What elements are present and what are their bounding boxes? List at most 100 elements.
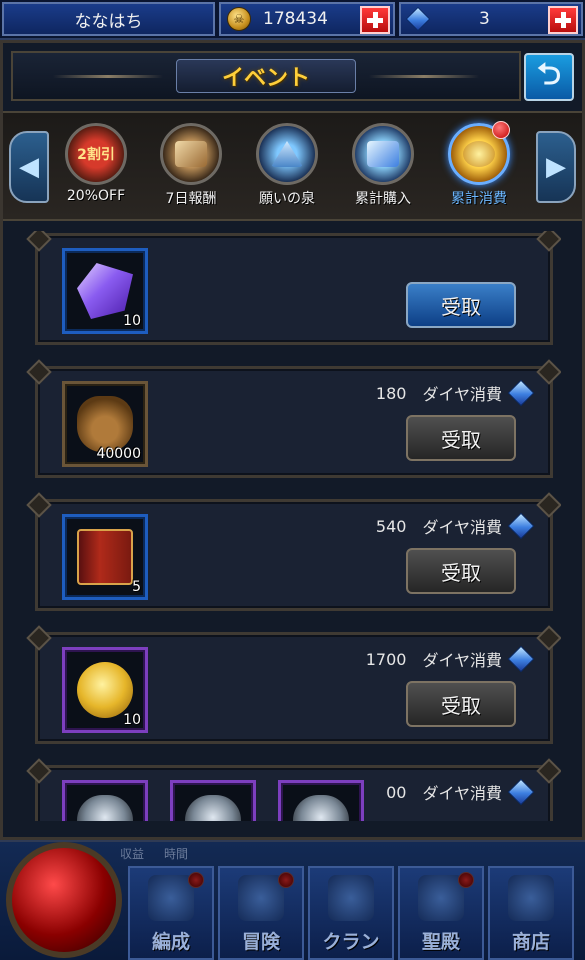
armor-icon xyxy=(293,795,349,821)
red-orb-button[interactable] xyxy=(6,842,122,958)
title-ornament-right xyxy=(369,75,479,78)
reward-item-slot[interactable]: 40000 xyxy=(62,381,148,467)
spend-label: ダイヤ消費 xyxy=(422,385,502,404)
tabs-prev-button[interactable]: ◀ xyxy=(9,131,49,203)
book-icon xyxy=(160,123,222,185)
spend-amount: 180 xyxy=(375,383,407,403)
reward-item-slot[interactable]: 10 xyxy=(62,248,148,334)
event-panel: イベント ⮌ ◀ 2割引 20%OFF 7日報酬 願いの泉 累計購入 累計消費 … xyxy=(0,40,585,840)
red-book-icon xyxy=(77,529,133,585)
add-gold-button[interactable] xyxy=(360,6,390,34)
notification-dot xyxy=(458,872,474,888)
claim-button[interactable]: 受取 xyxy=(406,415,516,461)
nav-clan[interactable]: クラン xyxy=(308,866,394,960)
gem-pile-icon xyxy=(352,123,414,185)
item-quantity: 10 xyxy=(123,313,141,329)
tab-label: 20%OFF xyxy=(66,188,126,204)
reward-row: 10 1700 ダイヤ消費 受取 xyxy=(35,632,553,744)
nav-label: 聖殿 xyxy=(421,931,460,953)
tab-7day-reward[interactable]: 7日報酬 xyxy=(146,123,236,213)
return-arrow-icon: ⮌ xyxy=(536,56,562,92)
gold-coin-icon: ☠ xyxy=(227,7,251,31)
diamond-icon xyxy=(507,778,535,806)
diamond-icon xyxy=(507,512,535,540)
player-name-box[interactable]: ななはち xyxy=(2,2,215,36)
item-quantity: 10 xyxy=(123,712,141,728)
spend-requirement: 180 ダイヤ消費 xyxy=(375,379,535,407)
gem-box: 3 xyxy=(399,2,583,36)
helmet-icon xyxy=(148,875,194,921)
item-quantity: 5 xyxy=(132,579,141,595)
title-plate: イベント xyxy=(176,59,356,93)
item-quantity: 40000 xyxy=(96,446,141,462)
reward-item-slot[interactable]: 5 xyxy=(62,514,148,600)
tab-label: 累計購入 xyxy=(355,191,411,207)
notification-dot xyxy=(278,872,294,888)
time-label: 時間 xyxy=(164,846,189,861)
spend-amount: 1700 xyxy=(365,649,407,669)
nav-adventure[interactable]: 冒険 xyxy=(218,866,304,960)
tab-label: 願いの泉 xyxy=(259,191,315,207)
tabs-next-button[interactable]: ▶ xyxy=(536,131,576,203)
income-strip: 収益 時間 xyxy=(120,842,540,864)
gold-amulet-icon xyxy=(77,662,133,718)
crossed-swords-icon xyxy=(238,875,284,921)
income-label: 収益 xyxy=(120,846,145,861)
tab-discount[interactable]: 2割引 20%OFF xyxy=(51,123,141,213)
spend-amount: 00 xyxy=(386,782,407,802)
gold-amount: 178434 xyxy=(263,9,328,29)
gem-amount: 3 xyxy=(479,9,490,29)
tab-cumulative-spend[interactable]: 累計消費 xyxy=(434,121,524,213)
player-name: ななはち xyxy=(74,11,143,32)
bottom-nav: 収益 時間 編成 冒険 クラン 聖殿 商店 xyxy=(0,840,585,960)
claim-button[interactable]: 受取 xyxy=(406,548,516,594)
event-tabs: ◀ 2割引 20%OFF 7日報酬 願いの泉 累計購入 累計消費 ▶ xyxy=(3,111,582,221)
add-gem-button[interactable] xyxy=(548,6,578,34)
reward-item-slot[interactable]: 10 xyxy=(62,647,148,733)
reward-row: 5 540 ダイヤ消費 受取 xyxy=(35,499,553,611)
claim-button[interactable]: 受取 xyxy=(406,282,516,328)
spend-requirement: 00 ダイヤ消費 xyxy=(386,778,535,806)
spend-label: ダイヤ消費 xyxy=(422,784,502,803)
reward-row: 10 受取 xyxy=(35,233,553,345)
reward-item-slot[interactable] xyxy=(170,780,256,821)
gold-box: ☠ 178434 xyxy=(219,2,395,36)
armor-icon xyxy=(185,795,241,821)
reward-row: 00 ダイヤ消費 xyxy=(35,765,553,821)
tab-label: 7日報酬 xyxy=(165,191,217,207)
spend-requirement: 1700 ダイヤ消費 xyxy=(365,645,535,673)
reward-row: 40000 180 ダイヤ消費 受取 xyxy=(35,366,553,478)
title-ornament-left xyxy=(53,75,163,78)
nav-shop[interactable]: 商店 xyxy=(488,866,574,960)
notification-badge xyxy=(492,121,510,139)
page-title: イベント xyxy=(221,66,310,91)
spend-label: ダイヤ消費 xyxy=(422,518,502,537)
tab-cumulative-purchase[interactable]: 累計購入 xyxy=(338,123,428,213)
nav-sanctuary[interactable]: 聖殿 xyxy=(398,866,484,960)
claim-button[interactable]: 受取 xyxy=(406,681,516,727)
reward-item-slot[interactable] xyxy=(62,780,148,821)
notification-dot xyxy=(188,872,204,888)
nav-label: 冒険 xyxy=(241,931,280,953)
diamond-icon xyxy=(507,379,535,407)
reward-list[interactable]: 10 受取 40000 180 ダイヤ消費 受取 5 540 ダイヤ消費 受取 … xyxy=(25,231,561,821)
status-bar: ななはち ☠ 178434 3 xyxy=(0,0,585,40)
spend-requirement: 540 ダイヤ消費 xyxy=(375,512,535,540)
tab-wishing-fountain[interactable]: 願いの泉 xyxy=(242,123,332,213)
fountain-icon xyxy=(256,123,318,185)
shield-icon xyxy=(328,875,374,921)
arrow-right-icon: ▶ xyxy=(546,152,566,182)
title-bar: イベント xyxy=(11,51,521,101)
armor-icon xyxy=(77,795,133,821)
arrow-left-icon: ◀ xyxy=(19,152,39,182)
back-button[interactable]: ⮌ xyxy=(524,53,574,101)
diamond-icon xyxy=(405,6,431,32)
nav-label: クラン xyxy=(322,931,380,953)
tab-label: 累計消費 xyxy=(451,191,507,207)
nav-formation[interactable]: 編成 xyxy=(128,866,214,960)
diamond-icon xyxy=(507,645,535,673)
spend-amount: 540 xyxy=(375,516,407,536)
nav-label: 商店 xyxy=(511,931,550,953)
purple-crystal-icon xyxy=(77,263,133,319)
reward-item-slot[interactable] xyxy=(278,780,364,821)
